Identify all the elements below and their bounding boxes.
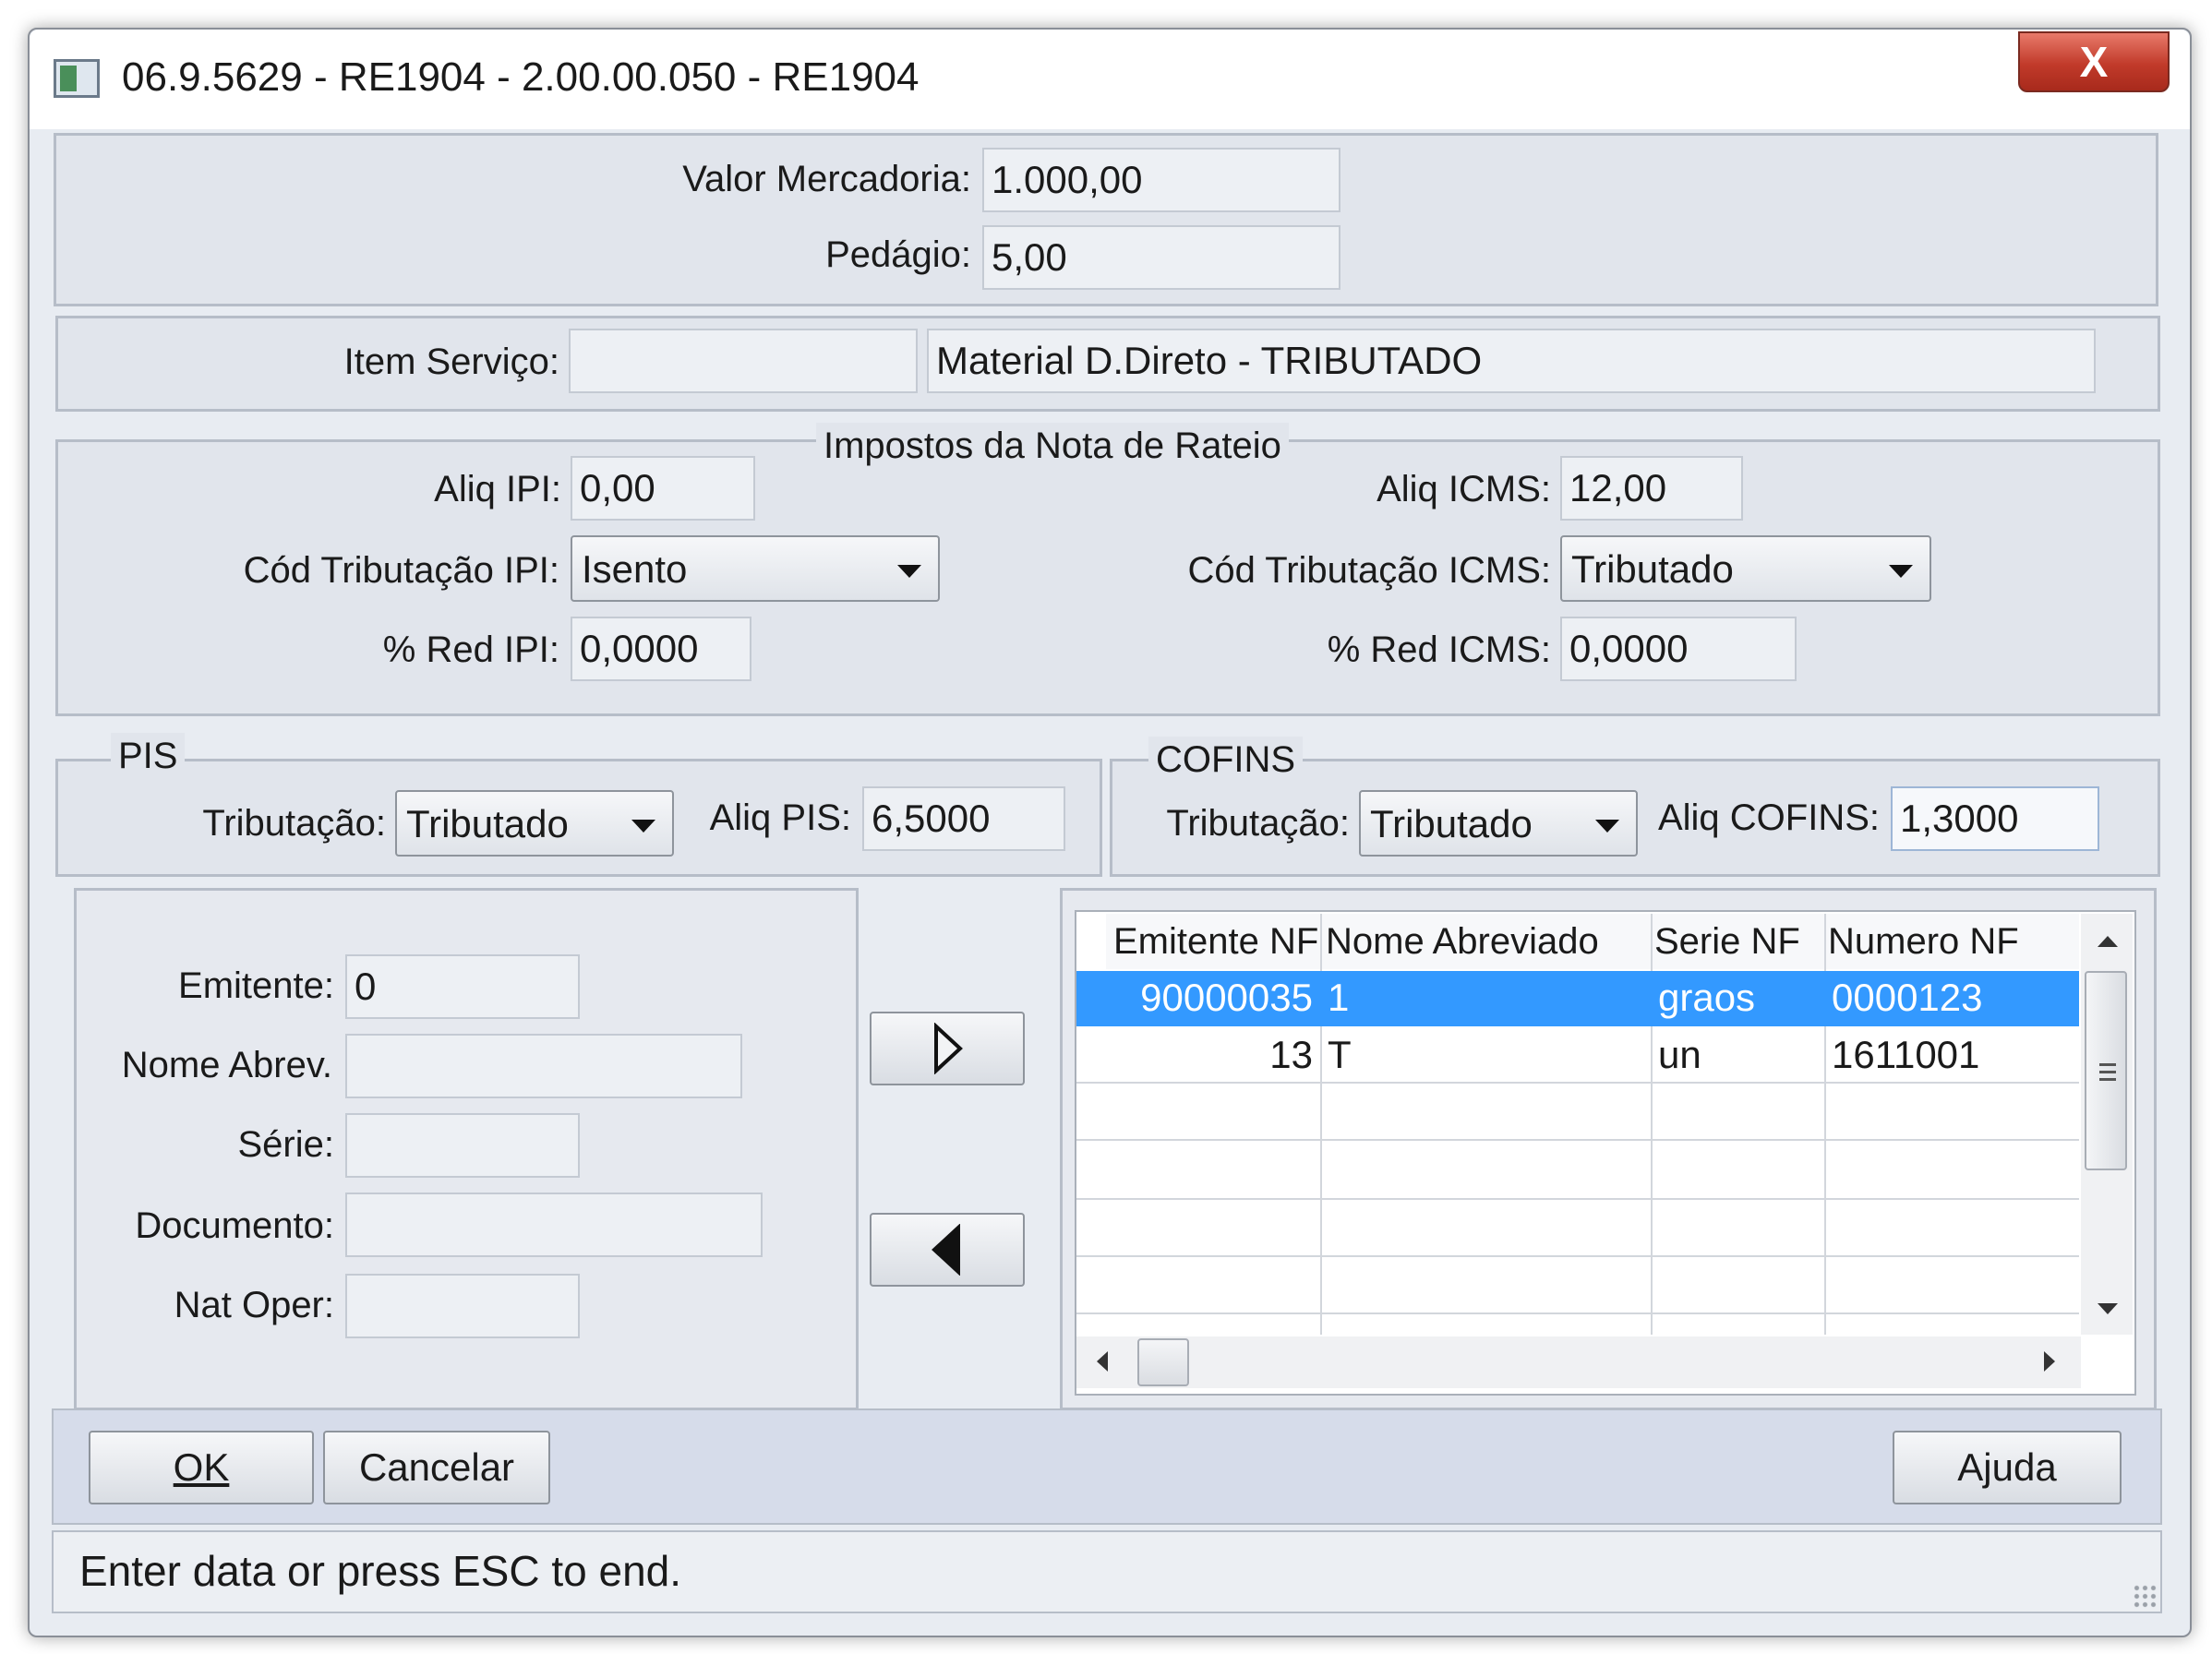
serie-label: Série: [237, 1124, 335, 1165]
item-servico-code-field[interactable] [569, 329, 918, 393]
help-button-label: Ajuda [1957, 1445, 2057, 1489]
close-button[interactable]: X [2018, 31, 2170, 92]
grid-cell-emitente-nf: 90000035 [1140, 976, 1313, 1019]
window-title: 06.9.5629 - RE1904 - 2.00.00.050 - RE190… [122, 54, 920, 100]
scroll-left-icon[interactable] [1097, 1351, 1108, 1372]
app-window-icon [54, 59, 100, 98]
grid-cell-nome-abreviado: 1 [1328, 976, 1350, 1019]
horizontal-scrollbar-thumb[interactable] [1137, 1338, 1189, 1386]
cofins-tributacao-value: Tributado [1370, 802, 1533, 845]
item-servico-description-field: Material D.Direto - TRIBUTADO [927, 329, 2096, 393]
grid-cell-serie-nf: un [1658, 1033, 1701, 1076]
cod-trib-icms-select[interactable]: Tributado [1560, 535, 1931, 602]
grid-row-divider [1076, 1139, 2079, 1141]
chevron-down-icon [1889, 565, 1913, 578]
cancel-button-label: Cancelar [358, 1445, 515, 1489]
triangle-right-icon [934, 1022, 963, 1075]
grid-cell-numero-nf: 1611001 [1832, 1033, 1980, 1076]
scroll-right-icon[interactable] [2044, 1351, 2055, 1372]
status-text: Enter data or press ESC to end. [79, 1547, 682, 1595]
aliq-pis-label: Aliq PIS: [709, 797, 851, 838]
grid-row-divider [1076, 1312, 2079, 1314]
aliq-ipi-field[interactable]: 0,00 [571, 456, 755, 521]
serie-field[interactable] [345, 1113, 580, 1178]
grid-row-divider [1076, 1198, 2079, 1200]
triangle-left-icon [932, 1223, 960, 1276]
grid-cell-emitente-nf: 13 [1269, 1033, 1313, 1076]
grid-cell-serie-nf: graos [1658, 976, 1756, 1019]
nome-abrev-field[interactable] [345, 1034, 742, 1098]
pis-tributacao-label: Tributação: [202, 803, 386, 844]
scroll-up-icon[interactable] [2098, 936, 2118, 947]
aliq-pis-field[interactable]: 6,5000 [862, 786, 1065, 851]
chevron-down-icon [631, 820, 655, 833]
cofins-tributacao-select[interactable]: Tributado [1359, 790, 1638, 857]
aliq-cofins-field[interactable]: 1,3000 [1891, 786, 2099, 851]
column-header-nome-abreviado[interactable]: Nome Abreviado [1318, 914, 1651, 969]
pis-title: PIS [111, 733, 186, 779]
cod-trib-icms-label: Cód Tributação ICMS: [1187, 550, 1552, 591]
column-header-numero-nf[interactable]: Numero NF [1821, 914, 2079, 969]
cod-trib-ipi-select[interactable]: Isento [571, 535, 940, 602]
emitente-field[interactable]: 0 [345, 954, 580, 1019]
ok-button[interactable]: OK [89, 1431, 314, 1504]
aliq-ipi-label: Aliq IPI: [434, 469, 561, 509]
nome-abrev-label: Nome Abrev. [121, 1045, 332, 1085]
cod-trib-ipi-value: Isento [582, 547, 688, 591]
cofins-title: COFINS [1148, 737, 1304, 783]
cancel-button[interactable]: Cancelar [323, 1431, 550, 1504]
cofins-tributacao-label: Tributação: [1166, 803, 1350, 844]
aliq-icms-field[interactable]: 12,00 [1560, 456, 1743, 521]
column-header-serie-nf[interactable]: Serie NF [1647, 914, 1822, 969]
ok-button-label: OK [173, 1445, 230, 1489]
chevron-down-icon [1595, 820, 1619, 833]
aliq-icms-label: Aliq ICMS: [1376, 469, 1551, 509]
pis-tributacao-select[interactable]: Tributado [395, 790, 674, 857]
pis-tributacao-value: Tributado [406, 802, 569, 845]
documento-label: Documento: [135, 1205, 334, 1246]
chevron-down-icon [897, 565, 921, 578]
pedagio-label: Pedágio: [825, 234, 971, 275]
grid-cell-nome-abreviado: T [1328, 1033, 1352, 1076]
vertical-scrollbar-thumb[interactable] [2085, 971, 2127, 1170]
scroll-down-icon[interactable] [2098, 1303, 2118, 1314]
red-ipi-field[interactable]: 0,0000 [571, 617, 751, 681]
documento-field[interactable] [345, 1193, 763, 1257]
pedagio-field[interactable]: 5,00 [982, 225, 1340, 290]
nat-oper-label: Nat Oper: [174, 1285, 334, 1325]
valor-mercadoria-label: Valor Mercadoria: [682, 159, 971, 199]
aliq-cofins-label: Aliq COFINS: [1657, 797, 1880, 838]
column-header-emitente-nf[interactable]: Emitente NF [1106, 914, 1322, 969]
grid-cell-numero-nf: 0000123 [1832, 976, 1983, 1019]
help-button[interactable]: Ajuda [1893, 1431, 2122, 1504]
impostos-title: Impostos da Nota de Rateio [816, 423, 1289, 469]
move-right-button[interactable] [870, 1012, 1025, 1085]
cod-trib-icms-value: Tributado [1571, 547, 1734, 591]
move-left-button[interactable] [870, 1213, 1025, 1287]
item-servico-label: Item Serviço: [343, 342, 559, 382]
horizontal-scrollbar[interactable] [1076, 1336, 2081, 1388]
red-icms-label: % Red ICMS: [1327, 629, 1551, 670]
red-ipi-label: % Red IPI: [382, 629, 559, 670]
emitente-label: Emitente: [178, 965, 334, 1006]
grid-row-divider [1076, 1255, 2079, 1257]
valor-mercadoria-field[interactable]: 1.000,00 [982, 148, 1340, 212]
red-icms-field[interactable]: 0,0000 [1560, 617, 1797, 681]
resize-grip-icon[interactable] [2133, 1584, 2158, 1610]
cod-trib-ipi-label: Cód Tributação IPI: [243, 550, 559, 591]
status-bar: Enter data or press ESC to end. [52, 1530, 2162, 1613]
nat-oper-field[interactable] [345, 1274, 580, 1338]
